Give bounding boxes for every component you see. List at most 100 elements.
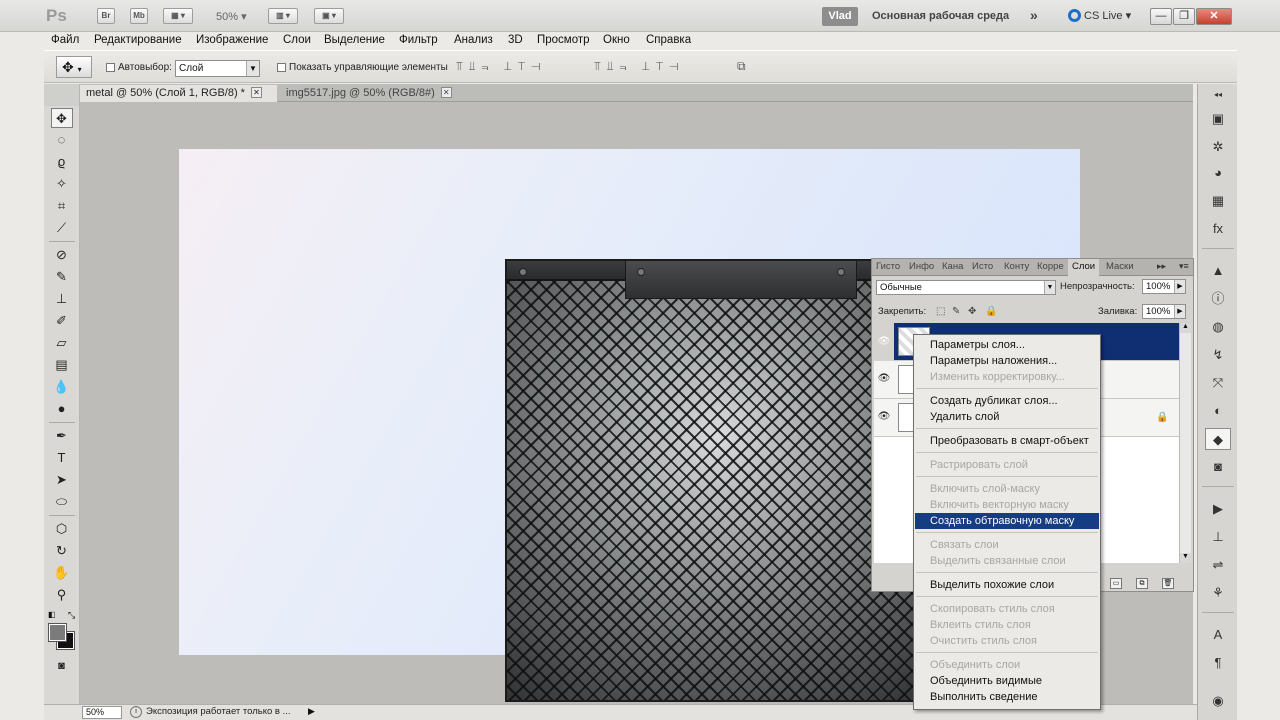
menu-file[interactable]: Файл — [51, 34, 79, 46]
chevron-right-icon[interactable]: ▶ — [1174, 305, 1185, 318]
status-zoom-field[interactable]: 50% — [82, 706, 122, 719]
new-layer-icon[interactable]: ⧉ — [1136, 578, 1148, 589]
swatches-icon[interactable]: ▦ — [1205, 190, 1231, 212]
align-buttons[interactable]: ⫪⫫⫬ ⊥⊤⊣ — [456, 59, 546, 77]
quick-select-icon[interactable]: ✧ — [51, 174, 73, 194]
distribute-buttons[interactable]: ⫪⫫⫬ ⊥⊤⊣ — [594, 59, 684, 77]
tools-panel-header[interactable] — [44, 84, 79, 106]
panel-menu-icon[interactable]: ▾≡ — [1179, 261, 1189, 272]
paths-icon[interactable]: ⤧ — [1205, 372, 1231, 394]
eyedropper-icon[interactable]: ⟋ — [51, 218, 73, 238]
eye-icon[interactable]: 👁 — [877, 410, 891, 424]
type-icon[interactable]: T — [51, 448, 73, 468]
tab-paths[interactable]: Конту — [1004, 261, 1034, 272]
tab-img5517[interactable]: img5517.jpg @ 50% (RGB/8#) ✕ — [280, 85, 472, 102]
clone-source-icon[interactable]: ⊥ — [1205, 526, 1231, 548]
move-icon[interactable]: ✥ — [50, 108, 73, 128]
close-button[interactable]: ✕ — [1196, 8, 1232, 25]
lock-transparent-icon[interactable]: ⬚ — [936, 306, 945, 317]
zoom-level[interactable]: 50% ▾ — [216, 10, 247, 23]
character-styles-icon[interactable]: fx — [1205, 218, 1231, 240]
tab-history[interactable]: Исто — [972, 261, 1000, 272]
navigator-icon[interactable]: ✲ — [1205, 136, 1231, 158]
blur-icon[interactable]: 💧 — [51, 377, 73, 397]
close-icon[interactable]: ✕ — [250, 87, 262, 98]
tab-histogram[interactable]: Гисто — [876, 261, 906, 272]
collapse-dock-icon[interactable]: ◂◂ — [1205, 84, 1231, 99]
character-icon[interactable]: A — [1205, 624, 1231, 646]
opacity-field[interactable]: 100% ▶ — [1142, 279, 1186, 294]
more-workspaces-icon[interactable]: » — [1030, 7, 1038, 23]
gradient-icon[interactable]: ▤ — [51, 355, 73, 375]
adjustments-icon[interactable]: ◐ — [1205, 400, 1231, 422]
tab-metal[interactable]: metal @ 50% (Слой 1, RGB/8) * ✕ — [80, 85, 277, 102]
marquee-icon[interactable]: ◌ — [51, 130, 73, 150]
tool-preset-picker[interactable]: ✥ ▾ — [56, 56, 92, 78]
menu-analysis[interactable]: Анализ — [454, 34, 493, 46]
quick-mask-icon[interactable]: ◙ — [51, 656, 73, 676]
chevron-right-icon[interactable]: ▶ — [1174, 280, 1185, 293]
foreground-color-swatch[interactable] — [48, 623, 67, 642]
panel-expand-icon[interactable]: ▸▸ — [1157, 261, 1166, 272]
swap-colors-icon[interactable]: ⤡ — [68, 610, 75, 621]
pen-icon[interactable]: ✒ — [51, 426, 73, 446]
mini-bridge-icon[interactable]: ▣ — [1205, 108, 1231, 130]
auto-select-checkbox[interactable] — [106, 63, 115, 72]
blend-mode-dropdown[interactable]: Обычные ▼ — [876, 280, 1056, 295]
menu-layers[interactable]: Слои — [283, 34, 311, 46]
tool-presets-icon[interactable]: ⇌ — [1205, 554, 1231, 576]
status-menu-arrow-icon[interactable]: ▶ — [308, 706, 315, 717]
tab-adjustments[interactable]: Корре — [1037, 261, 1067, 272]
eye-icon[interactable]: 👁 — [877, 372, 891, 386]
menu-view[interactable]: Просмотр — [537, 34, 590, 46]
delete-layer-icon[interactable]: 🗑 — [1162, 578, 1174, 589]
cs-live-button[interactable]: CS Live ▾ — [1068, 9, 1131, 22]
histogram-icon[interactable]: ▲ — [1205, 260, 1231, 282]
info-icon[interactable]: ⓘ — [1205, 288, 1231, 310]
restore-button[interactable]: ❐ — [1173, 8, 1195, 25]
context-menu-item[interactable]: Удалить слой — [915, 409, 1099, 425]
3d-orbit-icon[interactable]: ↻ — [51, 541, 73, 561]
status-info-icon[interactable]: i — [130, 706, 142, 718]
lock-pixels-icon[interactable]: ✎ — [952, 306, 960, 317]
zoom-icon[interactable]: ⚲ — [51, 585, 73, 605]
workspace-name[interactable]: Основная рабочая среда — [872, 10, 1009, 22]
workspace-user-badge[interactable]: Vlad — [822, 7, 858, 26]
auto-select-dropdown[interactable]: Слой ▼ — [175, 60, 260, 77]
fill-field[interactable]: 100% ▶ — [1142, 304, 1186, 319]
channels-icon[interactable]: ◍ — [1205, 316, 1231, 338]
scroll-up-icon[interactable]: ▲ — [1180, 323, 1191, 333]
history-icon[interactable]: ↯ — [1205, 344, 1231, 366]
mini-bridge-button[interactable]: Mb — [130, 8, 148, 24]
context-menu-item[interactable]: Параметры наложения... — [915, 353, 1099, 369]
layers-scrollbar[interactable]: ▲ ▼ — [1179, 323, 1191, 563]
bridge-button[interactable]: Br — [97, 8, 115, 24]
menu-3d[interactable]: 3D — [508, 34, 523, 46]
shape-icon[interactable]: ⬭ — [51, 492, 73, 512]
actions-icon[interactable]: ▶ — [1205, 498, 1231, 520]
tab-layers[interactable]: Слои — [1068, 259, 1100, 276]
healing-brush-icon[interactable]: ⊘ — [51, 245, 73, 265]
scroll-down-icon[interactable]: ▼ — [1180, 553, 1191, 563]
clone-stamp-icon[interactable]: ⊥ — [51, 289, 73, 309]
menu-filter[interactable]: Фильтр — [399, 34, 438, 46]
3d-panel-icon[interactable]: ◉ — [1205, 690, 1231, 712]
hand-icon[interactable]: ✋ — [51, 563, 73, 583]
tab-masks[interactable]: Маски — [1106, 261, 1136, 272]
lasso-icon[interactable]: ϱ — [51, 152, 73, 172]
eye-icon[interactable]: 👁 — [874, 323, 894, 361]
minimize-button[interactable]: — — [1150, 8, 1172, 25]
menu-image[interactable]: Изображение — [196, 34, 268, 46]
brushes-icon[interactable]: ⚘ — [1205, 582, 1231, 604]
show-transform-controls-checkbox[interactable] — [277, 63, 286, 72]
context-menu-item[interactable]: Создать дубликат слоя... — [915, 393, 1099, 409]
layers-icon[interactable]: ◆ — [1205, 428, 1231, 450]
default-colors-icon[interactable]: ◧ — [48, 610, 56, 619]
lock-position-icon[interactable]: ✥ — [968, 306, 976, 317]
color-icon[interactable]: ◕ — [1205, 162, 1231, 184]
view-extras-button[interactable]: ▦ ▾ — [163, 8, 193, 24]
close-icon[interactable]: ✕ — [440, 87, 452, 98]
arrange-documents-button[interactable]: ▥ ▾ — [268, 8, 298, 24]
crop-icon[interactable]: ⌗ — [51, 196, 73, 216]
context-menu-item[interactable]: Выделить похожие слои — [915, 577, 1099, 593]
